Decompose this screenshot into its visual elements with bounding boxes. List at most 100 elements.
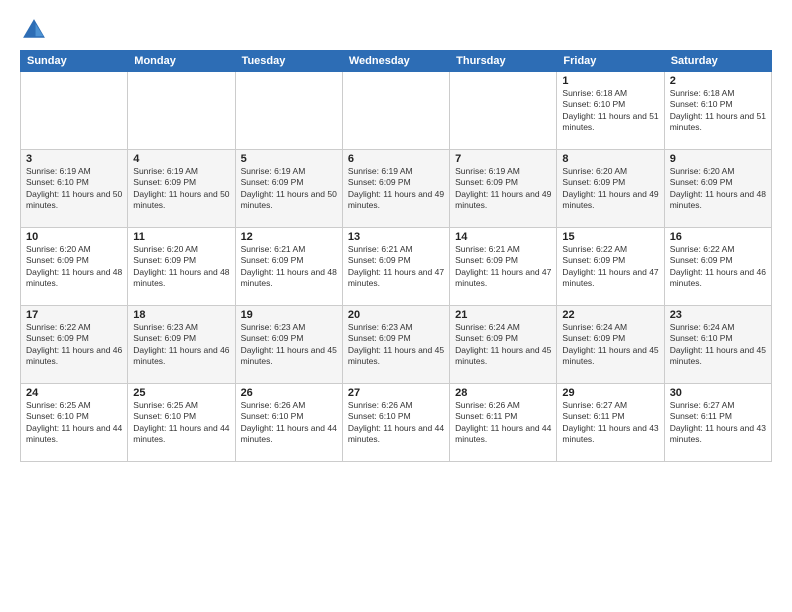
calendar-cell: 11Sunrise: 6:20 AM Sunset: 6:09 PM Dayli… bbox=[128, 228, 235, 306]
day-number: 13 bbox=[348, 231, 444, 243]
week-row-3: 10Sunrise: 6:20 AM Sunset: 6:09 PM Dayli… bbox=[21, 228, 772, 306]
week-row-5: 24 Sunrise: 6:25 AM Sunset: 6:10 PM Dayli… bbox=[21, 384, 772, 462]
day-info: Sunrise: 6:23 AM Sunset: 6:09 PM Dayligh… bbox=[241, 322, 337, 368]
day-info: Sunrise: 6:23 AM Sunset: 6:09 PM Dayligh… bbox=[348, 322, 444, 368]
weekday-friday: Friday bbox=[557, 51, 664, 72]
calendar-cell: 26Sunrise: 6:26 AM Sunset: 6:10 PM Dayli… bbox=[235, 384, 342, 462]
weekday-tuesday: Tuesday bbox=[235, 51, 342, 72]
day-info: Sunrise: 6:27 AM Sunset: 6:11 PM Dayligh… bbox=[670, 400, 766, 446]
day-info: Sunrise: 6:18 AM Sunset: 6:10 PM Dayligh… bbox=[562, 88, 658, 134]
calendar-cell: 17Sunrise: 6:22 AM Sunset: 6:09 PM Dayli… bbox=[21, 306, 128, 384]
day-info: Sunrise: 6:21 AM Sunset: 6:09 PM Dayligh… bbox=[348, 244, 444, 290]
week-row-1: 1Sunrise: 6:18 AM Sunset: 6:10 PM Daylig… bbox=[21, 72, 772, 150]
calendar: SundayMondayTuesdayWednesdayThursdayFrid… bbox=[20, 50, 772, 462]
day-info: Sunrise: 6:22 AM Sunset: 6:09 PM Dayligh… bbox=[26, 322, 122, 368]
day-info: Sunrise: 6:23 AM Sunset: 6:09 PM Dayligh… bbox=[133, 322, 229, 368]
day-number: 9 bbox=[670, 153, 766, 165]
calendar-cell: 18Sunrise: 6:23 AM Sunset: 6:09 PM Dayli… bbox=[128, 306, 235, 384]
day-number: 2 bbox=[670, 75, 766, 87]
day-number: 16 bbox=[670, 231, 766, 243]
calendar-cell: 27Sunrise: 6:26 AM Sunset: 6:10 PM Dayli… bbox=[342, 384, 449, 462]
day-number: 28 bbox=[455, 387, 551, 399]
calendar-cell: 20Sunrise: 6:23 AM Sunset: 6:09 PM Dayli… bbox=[342, 306, 449, 384]
weekday-thursday: Thursday bbox=[450, 51, 557, 72]
calendar-cell: 2Sunrise: 6:18 AM Sunset: 6:10 PM Daylig… bbox=[664, 72, 771, 150]
day-info: Sunrise: 6:21 AM Sunset: 6:09 PM Dayligh… bbox=[455, 244, 551, 290]
day-info: Sunrise: 6:19 AM Sunset: 6:10 PM Dayligh… bbox=[26, 166, 122, 212]
day-number: 12 bbox=[241, 231, 337, 243]
calendar-cell: 4Sunrise: 6:19 AM Sunset: 6:09 PM Daylig… bbox=[128, 150, 235, 228]
day-number: 4 bbox=[133, 153, 229, 165]
calendar-cell bbox=[342, 72, 449, 150]
week-row-4: 17Sunrise: 6:22 AM Sunset: 6:09 PM Dayli… bbox=[21, 306, 772, 384]
calendar-cell: 28Sunrise: 6:26 AM Sunset: 6:11 PM Dayli… bbox=[450, 384, 557, 462]
day-info: Sunrise: 6:25 AM Sunset: 6:10 PM Dayligh… bbox=[133, 400, 229, 446]
calendar-cell: 14Sunrise: 6:21 AM Sunset: 6:09 PM Dayli… bbox=[450, 228, 557, 306]
calendar-cell: 15Sunrise: 6:22 AM Sunset: 6:09 PM Dayli… bbox=[557, 228, 664, 306]
calendar-cell: 22Sunrise: 6:24 AM Sunset: 6:09 PM Dayli… bbox=[557, 306, 664, 384]
day-number: 10 bbox=[26, 231, 122, 243]
page: SundayMondayTuesdayWednesdayThursdayFrid… bbox=[0, 0, 792, 612]
calendar-cell: 16Sunrise: 6:22 AM Sunset: 6:09 PM Dayli… bbox=[664, 228, 771, 306]
day-info: Sunrise: 6:26 AM Sunset: 6:10 PM Dayligh… bbox=[241, 400, 337, 446]
weekday-header-row: SundayMondayTuesdayWednesdayThursdayFrid… bbox=[21, 51, 772, 72]
weekday-wednesday: Wednesday bbox=[342, 51, 449, 72]
day-info: Sunrise: 6:19 AM Sunset: 6:09 PM Dayligh… bbox=[348, 166, 444, 212]
day-info: Sunrise: 6:18 AM Sunset: 6:10 PM Dayligh… bbox=[670, 88, 766, 134]
day-number: 23 bbox=[670, 309, 766, 321]
calendar-cell: 23Sunrise: 6:24 AM Sunset: 6:10 PM Dayli… bbox=[664, 306, 771, 384]
day-number: 15 bbox=[562, 231, 658, 243]
calendar-cell: 10Sunrise: 6:20 AM Sunset: 6:09 PM Dayli… bbox=[21, 228, 128, 306]
day-number: 29 bbox=[562, 387, 658, 399]
day-info: Sunrise: 6:20 AM Sunset: 6:09 PM Dayligh… bbox=[562, 166, 658, 212]
day-info: Sunrise: 6:22 AM Sunset: 6:09 PM Dayligh… bbox=[562, 244, 658, 290]
calendar-cell: 30Sunrise: 6:27 AM Sunset: 6:11 PM Dayli… bbox=[664, 384, 771, 462]
weekday-sunday: Sunday bbox=[21, 51, 128, 72]
calendar-cell: 13Sunrise: 6:21 AM Sunset: 6:09 PM Dayli… bbox=[342, 228, 449, 306]
day-number: 19 bbox=[241, 309, 337, 321]
day-info: Sunrise: 6:22 AM Sunset: 6:09 PM Dayligh… bbox=[670, 244, 766, 290]
calendar-cell: 21Sunrise: 6:24 AM Sunset: 6:09 PM Dayli… bbox=[450, 306, 557, 384]
day-info: Sunrise: 6:20 AM Sunset: 6:09 PM Dayligh… bbox=[26, 244, 122, 290]
day-number: 21 bbox=[455, 309, 551, 321]
calendar-cell bbox=[450, 72, 557, 150]
day-number: 14 bbox=[455, 231, 551, 243]
weekday-saturday: Saturday bbox=[664, 51, 771, 72]
day-number: 8 bbox=[562, 153, 658, 165]
calendar-cell: 8Sunrise: 6:20 AM Sunset: 6:09 PM Daylig… bbox=[557, 150, 664, 228]
calendar-cell: 19Sunrise: 6:23 AM Sunset: 6:09 PM Dayli… bbox=[235, 306, 342, 384]
day-info: Sunrise: 6:19 AM Sunset: 6:09 PM Dayligh… bbox=[241, 166, 337, 212]
day-number: 1 bbox=[562, 75, 658, 87]
day-number: 24 bbox=[26, 387, 122, 399]
calendar-cell bbox=[235, 72, 342, 150]
calendar-cell bbox=[21, 72, 128, 150]
calendar-cell: 9Sunrise: 6:20 AM Sunset: 6:09 PM Daylig… bbox=[664, 150, 771, 228]
day-number: 3 bbox=[26, 153, 122, 165]
day-number: 11 bbox=[133, 231, 229, 243]
day-info: Sunrise: 6:20 AM Sunset: 6:09 PM Dayligh… bbox=[670, 166, 766, 212]
calendar-cell: 3Sunrise: 6:19 AM Sunset: 6:10 PM Daylig… bbox=[21, 150, 128, 228]
day-number: 7 bbox=[455, 153, 551, 165]
calendar-cell: 6Sunrise: 6:19 AM Sunset: 6:09 PM Daylig… bbox=[342, 150, 449, 228]
day-number: 30 bbox=[670, 387, 766, 399]
day-number: 22 bbox=[562, 309, 658, 321]
day-info: Sunrise: 6:21 AM Sunset: 6:09 PM Dayligh… bbox=[241, 244, 337, 290]
day-number: 17 bbox=[26, 309, 122, 321]
day-info: Sunrise: 6:24 AM Sunset: 6:09 PM Dayligh… bbox=[455, 322, 551, 368]
calendar-cell: 12Sunrise: 6:21 AM Sunset: 6:09 PM Dayli… bbox=[235, 228, 342, 306]
day-number: 26 bbox=[241, 387, 337, 399]
day-info: Sunrise: 6:20 AM Sunset: 6:09 PM Dayligh… bbox=[133, 244, 229, 290]
calendar-cell: 5Sunrise: 6:19 AM Sunset: 6:09 PM Daylig… bbox=[235, 150, 342, 228]
header bbox=[20, 16, 772, 44]
calendar-cell: 24Sunrise: 6:25 AM Sunset: 6:10 PM Dayli… bbox=[21, 384, 128, 462]
day-info: Sunrise: 6:19 AM Sunset: 6:09 PM Dayligh… bbox=[133, 166, 229, 212]
day-info: Sunrise: 6:19 AM Sunset: 6:09 PM Dayligh… bbox=[455, 166, 551, 212]
logo-icon bbox=[20, 16, 48, 44]
week-row-2: 3Sunrise: 6:19 AM Sunset: 6:10 PM Daylig… bbox=[21, 150, 772, 228]
day-number: 18 bbox=[133, 309, 229, 321]
weekday-monday: Monday bbox=[128, 51, 235, 72]
day-info: Sunrise: 6:26 AM Sunset: 6:11 PM Dayligh… bbox=[455, 400, 551, 446]
day-number: 5 bbox=[241, 153, 337, 165]
day-info: Sunrise: 6:24 AM Sunset: 6:09 PM Dayligh… bbox=[562, 322, 658, 368]
day-info: Sunrise: 6:26 AM Sunset: 6:10 PM Dayligh… bbox=[348, 400, 444, 446]
